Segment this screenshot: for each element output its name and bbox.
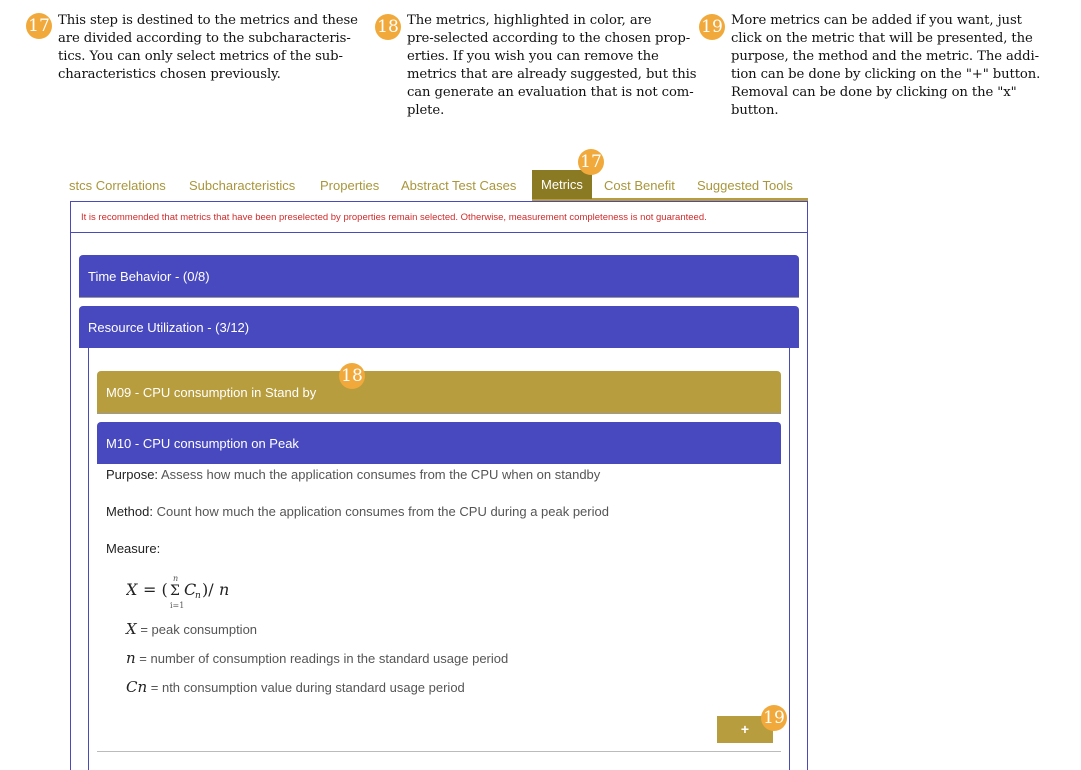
tab-properties[interactable]: Properties — [320, 178, 379, 193]
annotation-19: More metrics can be added if you want, j… — [731, 12, 1040, 120]
completeness-warning: It is recommended that metrics that have… — [81, 212, 707, 223]
divider — [97, 751, 781, 752]
measure-label: Measure: — [106, 541, 160, 556]
svg-text:Σ: Σ — [170, 583, 180, 599]
annotation-line: plete. — [407, 103, 445, 118]
annotation-line: tics. You can only select metrics of the… — [58, 49, 343, 64]
svg-text:n: n — [219, 580, 229, 599]
annotation-line: can generate an evaluation that is not c… — [407, 85, 694, 100]
annotation-line: click on the metric that will be present… — [731, 31, 1033, 46]
divider — [79, 297, 799, 298]
metric-m09[interactable]: M09 - CPU consumption in Stand by — [97, 371, 781, 413]
tab-abstract-test-cases[interactable]: Abstract Test Cases — [401, 178, 516, 193]
annotation-line: Removal can be done by clicking on the "… — [731, 85, 1017, 100]
metric-marker-badge: 18 — [339, 363, 365, 389]
method-text: Count how much the application consumes … — [156, 504, 609, 519]
variable-symbol: Cn — [126, 678, 148, 696]
annotation-line: characteristics chosen previously. — [58, 67, 281, 82]
variable-row: X = peak consumption — [126, 620, 257, 638]
tab-characteristics-correlations[interactable]: stcs Correlations — [69, 178, 166, 193]
svg-text:= (: = ( — [143, 580, 168, 599]
divider — [71, 232, 807, 233]
variable-row: Cn = nth consumption value during standa… — [126, 678, 465, 696]
tab-cost-benefit[interactable]: Cost Benefit — [604, 178, 675, 193]
svg-text:i=1: i=1 — [170, 601, 184, 610]
annotation-17: This step is destined to the metrics and… — [58, 12, 358, 84]
group-time-behavior[interactable]: Time Behavior - (0/8) — [79, 255, 799, 297]
divider — [97, 413, 781, 414]
tab-marker-badge: 17 — [578, 149, 604, 175]
step-17-badge: 17 — [26, 13, 52, 39]
group-resource-utilization[interactable]: Resource Utilization - (3/12) — [79, 306, 799, 348]
svg-text:X: X — [126, 580, 138, 599]
formula-svg: X = ( n Σ i=1 C n )/ n — [124, 574, 229, 610]
variable-row: n = number of consumption readings in th… — [126, 649, 508, 667]
variable-desc: = nth consumption value during standard … — [150, 680, 465, 695]
method-row: Method: Count how much the application c… — [106, 504, 609, 519]
annotation-line: erties. If you wish you can remove the — [407, 49, 659, 64]
variable-desc: = number of consumption readings in the … — [139, 651, 509, 666]
measure-label-text: Measure: — [106, 541, 161, 556]
method-label: Method: — [106, 504, 153, 519]
annotation-line: More metrics can be added if you want, j… — [731, 13, 1022, 28]
annotation-line: button. — [731, 103, 779, 118]
annotation-line: This step is destined to the metrics and… — [58, 13, 358, 28]
annotation-line: The metrics, highlighted in color, are — [407, 13, 652, 28]
tab-subcharacteristics[interactable]: Subcharacteristics — [189, 178, 295, 193]
svg-text:)/: )/ — [202, 580, 214, 599]
variable-symbol: n — [126, 649, 136, 667]
purpose-label: Purpose: — [106, 467, 159, 482]
variable-symbol: X — [126, 620, 137, 638]
annotation-line: metrics that are already suggested, but … — [407, 67, 697, 82]
variable-desc: = peak consumption — [140, 622, 258, 637]
tab-metrics[interactable]: Metrics — [532, 170, 592, 199]
annotation-line: tion can be done by clicking on the "+" … — [731, 67, 1041, 82]
step-19-badge: 19 — [699, 14, 725, 40]
step-18-badge: 18 — [375, 14, 401, 40]
tab-suggested-tools[interactable]: Suggested Tools — [697, 178, 793, 193]
purpose-text: Assess how much the application consumes… — [160, 467, 601, 482]
annotation-line: pre-selected according to the chosen pro… — [407, 31, 691, 46]
add-marker-badge: 19 — [761, 705, 787, 731]
svg-text:n: n — [173, 574, 178, 583]
annotation-18: The metrics, highlighted in color, are p… — [407, 12, 696, 120]
purpose-row: Purpose: Assess how much the application… — [106, 467, 600, 482]
measure-formula: X = ( n Σ i=1 C n )/ n — [124, 572, 266, 620]
metric-m10[interactable]: M10 - CPU consumption on Peak — [97, 422, 781, 464]
annotation-line: purpose, the method and the metric. The … — [731, 49, 1039, 64]
svg-text:n: n — [195, 591, 201, 601]
annotation-line: are divided according to the subcharacte… — [58, 31, 351, 46]
